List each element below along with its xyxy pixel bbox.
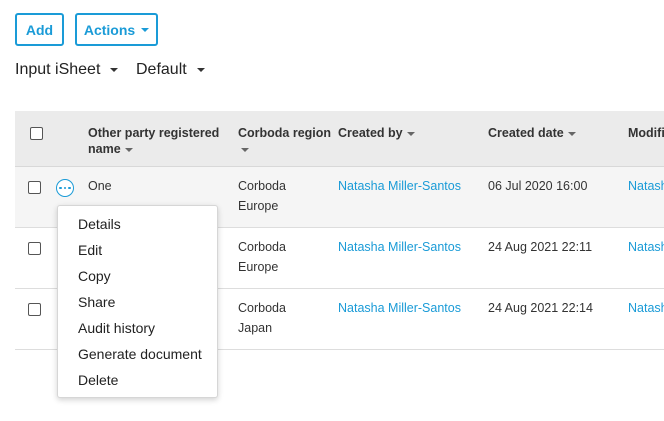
sort-caret-icon — [241, 147, 249, 152]
menu-item-audit-history[interactable]: Audit history — [58, 315, 217, 341]
column-header-created-by[interactable]: Created by — [338, 125, 415, 141]
column-header-created-date-label: Created date — [488, 126, 564, 140]
region-cell: Corboda Japan — [238, 298, 286, 338]
region-cell-line1: Corboda — [238, 240, 286, 254]
menu-item-copy[interactable]: Copy — [58, 263, 217, 289]
sort-caret-icon — [406, 131, 415, 136]
created-date-cell: 06 Jul 2020 16:00 — [488, 179, 588, 193]
column-header-modified[interactable]: Modifi — [628, 125, 664, 141]
created-by-link[interactable]: Natasha Miller-Santos — [338, 237, 461, 257]
created-date-cell: 24 Aug 2021 22:14 — [488, 301, 593, 315]
modified-by-link[interactable]: Natash — [628, 298, 664, 318]
party-name-cell: One — [88, 179, 112, 193]
menu-item-share[interactable]: Share — [58, 289, 217, 315]
view-selector[interactable]: Default — [136, 60, 205, 80]
menu-item-generate-document[interactable]: Generate document — [58, 341, 217, 367]
menu-item-edit[interactable]: Edit — [58, 237, 217, 263]
add-button-label: Add — [25, 21, 54, 38]
column-header-region[interactable]: Corboda region — [238, 125, 331, 157]
sort-caret-icon — [567, 131, 576, 136]
column-header-party-name-line2: name — [88, 142, 121, 156]
row-context-menu: Details Edit Copy Share Audit history Ge… — [57, 205, 218, 398]
add-button[interactable]: Add — [15, 13, 64, 46]
region-cell-line1: Corboda — [238, 179, 286, 193]
chevron-down-icon — [141, 27, 150, 32]
region-cell-line2: Europe — [238, 199, 279, 213]
column-header-created-by-label: Created by — [338, 126, 403, 140]
column-header-region-label: Corboda region — [238, 126, 332, 140]
table-header: Other party registered name Corboda regi… — [15, 111, 664, 167]
created-date-cell: 24 Aug 2021 22:11 — [488, 240, 593, 254]
sheet-selector[interactable]: Input iSheet — [15, 60, 119, 80]
actions-button[interactable]: Actions — [75, 13, 158, 46]
column-header-party-name-line1: Other party registered — [88, 126, 220, 140]
region-cell: Corboda Europe — [238, 176, 286, 216]
modified-by-link[interactable]: Natash — [628, 237, 664, 257]
created-by-link[interactable]: Natasha Miller-Santos — [338, 298, 461, 318]
select-all-checkbox[interactable] — [30, 127, 43, 140]
column-header-party-name[interactable]: Other party registered name — [88, 125, 219, 157]
column-header-created-date[interactable]: Created date — [488, 125, 576, 141]
chevron-down-icon — [110, 68, 119, 72]
region-cell-line2: Europe — [238, 260, 279, 274]
sheet-selector-label: Input iSheet — [15, 61, 101, 78]
row-checkbox[interactable] — [28, 242, 41, 255]
actions-button-label: Actions — [83, 21, 136, 38]
row-checkbox[interactable] — [28, 303, 41, 316]
menu-item-details[interactable]: Details — [58, 211, 217, 237]
chevron-down-icon — [196, 68, 205, 72]
region-cell-line1: Corboda — [238, 301, 286, 315]
menu-item-delete[interactable]: Delete — [58, 367, 217, 393]
region-cell-line2: Japan — [238, 321, 273, 335]
more-options-icon[interactable] — [56, 179, 74, 197]
modified-by-link[interactable]: Natash — [628, 176, 664, 196]
row-checkbox[interactable] — [28, 181, 41, 194]
view-selector-label: Default — [136, 61, 187, 78]
sort-caret-icon — [124, 147, 133, 152]
created-by-link[interactable]: Natasha Miller-Santos — [338, 176, 461, 196]
region-cell: Corboda Europe — [238, 237, 286, 277]
column-header-modified-label: Modifi — [628, 126, 664, 140]
